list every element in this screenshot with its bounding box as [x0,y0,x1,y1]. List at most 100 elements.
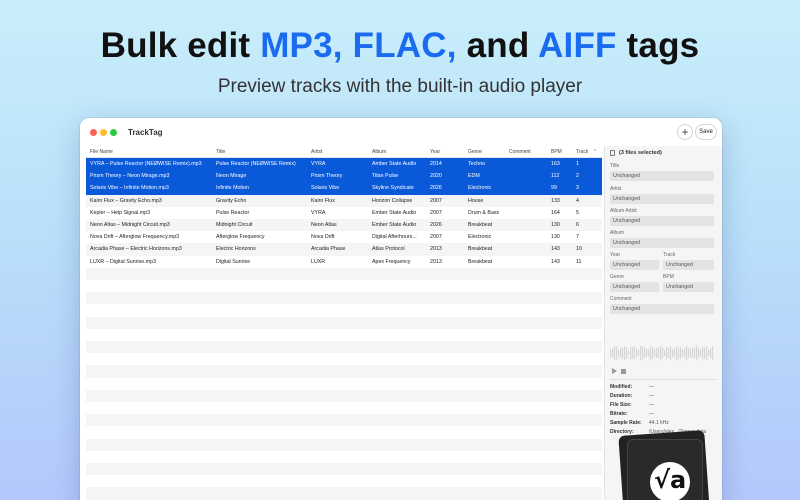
waveform-bar [690,348,692,358]
column-header-year[interactable]: Year [430,149,440,155]
bpm-field[interactable]: Unchanged [663,282,714,292]
table-row[interactable]: Prism Theory – Neon Mirage.mp3 Neon Mirag… [86,170,602,183]
table-row[interactable]: VYRA – Pulse Reactor (NEØWISE Remix).mp3… [86,158,602,171]
waveform-bar [620,347,622,359]
empty-row [86,463,602,476]
column-header-comment[interactable]: Comment [509,149,531,155]
cell-file-name: Arcadia Phase – Electric Horizons.mp3 [90,246,182,253]
column-header-genre[interactable]: Genre [468,149,482,155]
field-label-track: Track [663,252,676,258]
selection-count: (3 files selected) [619,150,662,156]
cell-track: 11 [576,258,582,265]
meta-value-file-size: — [649,402,654,408]
cell-bpm: 130 [551,234,560,241]
cell-bpm: 99 [551,185,557,192]
waveform-bar [614,346,616,360]
waveform-bar [680,347,682,359]
cell-year: 2007 [430,234,442,241]
column-header-file-name[interactable]: File Name [90,149,113,155]
cell-artist: VYRA [311,209,326,216]
waveform-bar [702,346,704,360]
empty-row [86,365,602,378]
waveform-bar [628,350,630,356]
column-header-artist[interactable]: Artist [311,149,322,155]
waveform-bar [624,346,626,360]
table-row[interactable]: Kepler – Help Signal.mp3 Pulse Reactor VYR… [86,207,602,219]
year-field[interactable]: Unchanged [610,260,659,270]
headline-part1: Bulk edit [100,26,261,65]
waveform-bar [696,345,698,361]
close-window-button[interactable] [90,129,97,136]
table-row[interactable]: Neon Atlas – Midnight Circuit.mp3 Midnigh… [86,219,602,232]
save-button[interactable]: Save [695,124,717,140]
cell-album: Horizon Collapse [372,197,413,204]
stop-icon[interactable] [621,369,626,374]
cell-bpm: 143 [551,258,560,265]
zoom-window-button[interactable] [110,129,117,136]
field-label-bpm: BPM [663,274,674,280]
cell-track: 1 [576,161,579,167]
cell-genre: House [468,197,484,204]
cell-genre: Breakbeat [468,246,493,253]
empty-row [86,389,602,402]
cell-artist: Neon Atlas [311,222,337,228]
waveform-bar [674,348,676,358]
artist-field[interactable]: Unchanged [610,194,714,204]
album-artist-field[interactable]: Unchanged [610,216,714,226]
cell-year: 2013 [430,258,442,265]
empty-row [86,267,602,280]
cell-track: 7 [576,234,579,241]
table-row[interactable]: Nova Drift – Afterglow Frequency.mp3 Afte… [86,231,602,243]
comment-field[interactable]: Unchanged [610,304,714,314]
headline-part4: tags [616,26,700,65]
play-icon[interactable] [612,368,617,374]
headline: Bulk edit MP3, FLAC, and AIFF tags [0,26,800,66]
cell-year: 2007 [430,197,442,204]
meta-label-sample-rate: Sample Rate: [610,420,642,426]
waveform-bar [638,349,640,357]
meta-label-modified: Modified: [610,384,633,390]
waveform-bar [678,347,680,359]
album-field[interactable]: Unchanged [610,238,714,248]
genre-field[interactable]: Unchanged [610,282,659,292]
cell-genre: EDM [468,173,480,180]
waveform[interactable] [610,344,715,362]
cell-bpm: 133 [551,197,560,204]
cell-track: 6 [576,222,579,228]
minimize-window-button[interactable] [100,129,107,136]
waveform-bar [704,347,706,359]
add-files-button[interactable]: + [677,124,693,140]
cell-year: 2007 [430,209,442,216]
field-label-artist: Artist [610,186,622,192]
field-label-comment: Comment [610,296,632,302]
table-row[interactable]: Kairo Flux – Gravity Echo.mp3 Gravity Ech… [86,194,602,207]
cell-title: Infinite Motion [216,185,249,192]
meta-value-duration: — [649,393,654,399]
waveform-bar [670,346,672,360]
table-row[interactable]: Arcadia Phase – Electric Horizons.mp3 Ele… [86,243,602,256]
album-artwork[interactable]: √a [617,430,711,500]
table-row[interactable]: Solaris Vibe – Infinite Motion.mp3 Infini… [86,182,602,195]
cell-genre: Techno [468,161,486,167]
artwork-logo-glyph: √a [654,466,687,494]
waveform-bar [658,348,660,358]
track-field[interactable]: Unchanged [663,260,714,270]
waveform-bar [648,349,650,357]
headline-part3: and [456,26,539,65]
column-header-album[interactable]: Album [372,149,386,155]
waveform-bar [708,349,710,357]
column-header-track[interactable]: Track [576,149,588,155]
waveform-bar [644,347,646,359]
column-header-bpm[interactable]: BPM [551,149,562,155]
meta-value-bitrate: — [649,411,654,417]
cell-album: Amber State Audio [372,161,417,167]
empty-row [86,438,602,451]
cell-file-name: Kairo Flux – Gravity Echo.mp3 [90,197,162,204]
cell-file-name: Nova Drift – Afterglow Frequency.mp3 [90,234,180,241]
table-row[interactable]: LUXR – Digital Sunrise.mp3 Digital Sunris… [86,256,602,268]
title-field[interactable]: Unchanged [610,171,714,181]
cell-album: Atlas Protocol [372,246,405,253]
waveform-bar [656,347,658,359]
waveform-bar [616,346,618,360]
column-header-title[interactable]: Title [216,149,225,155]
